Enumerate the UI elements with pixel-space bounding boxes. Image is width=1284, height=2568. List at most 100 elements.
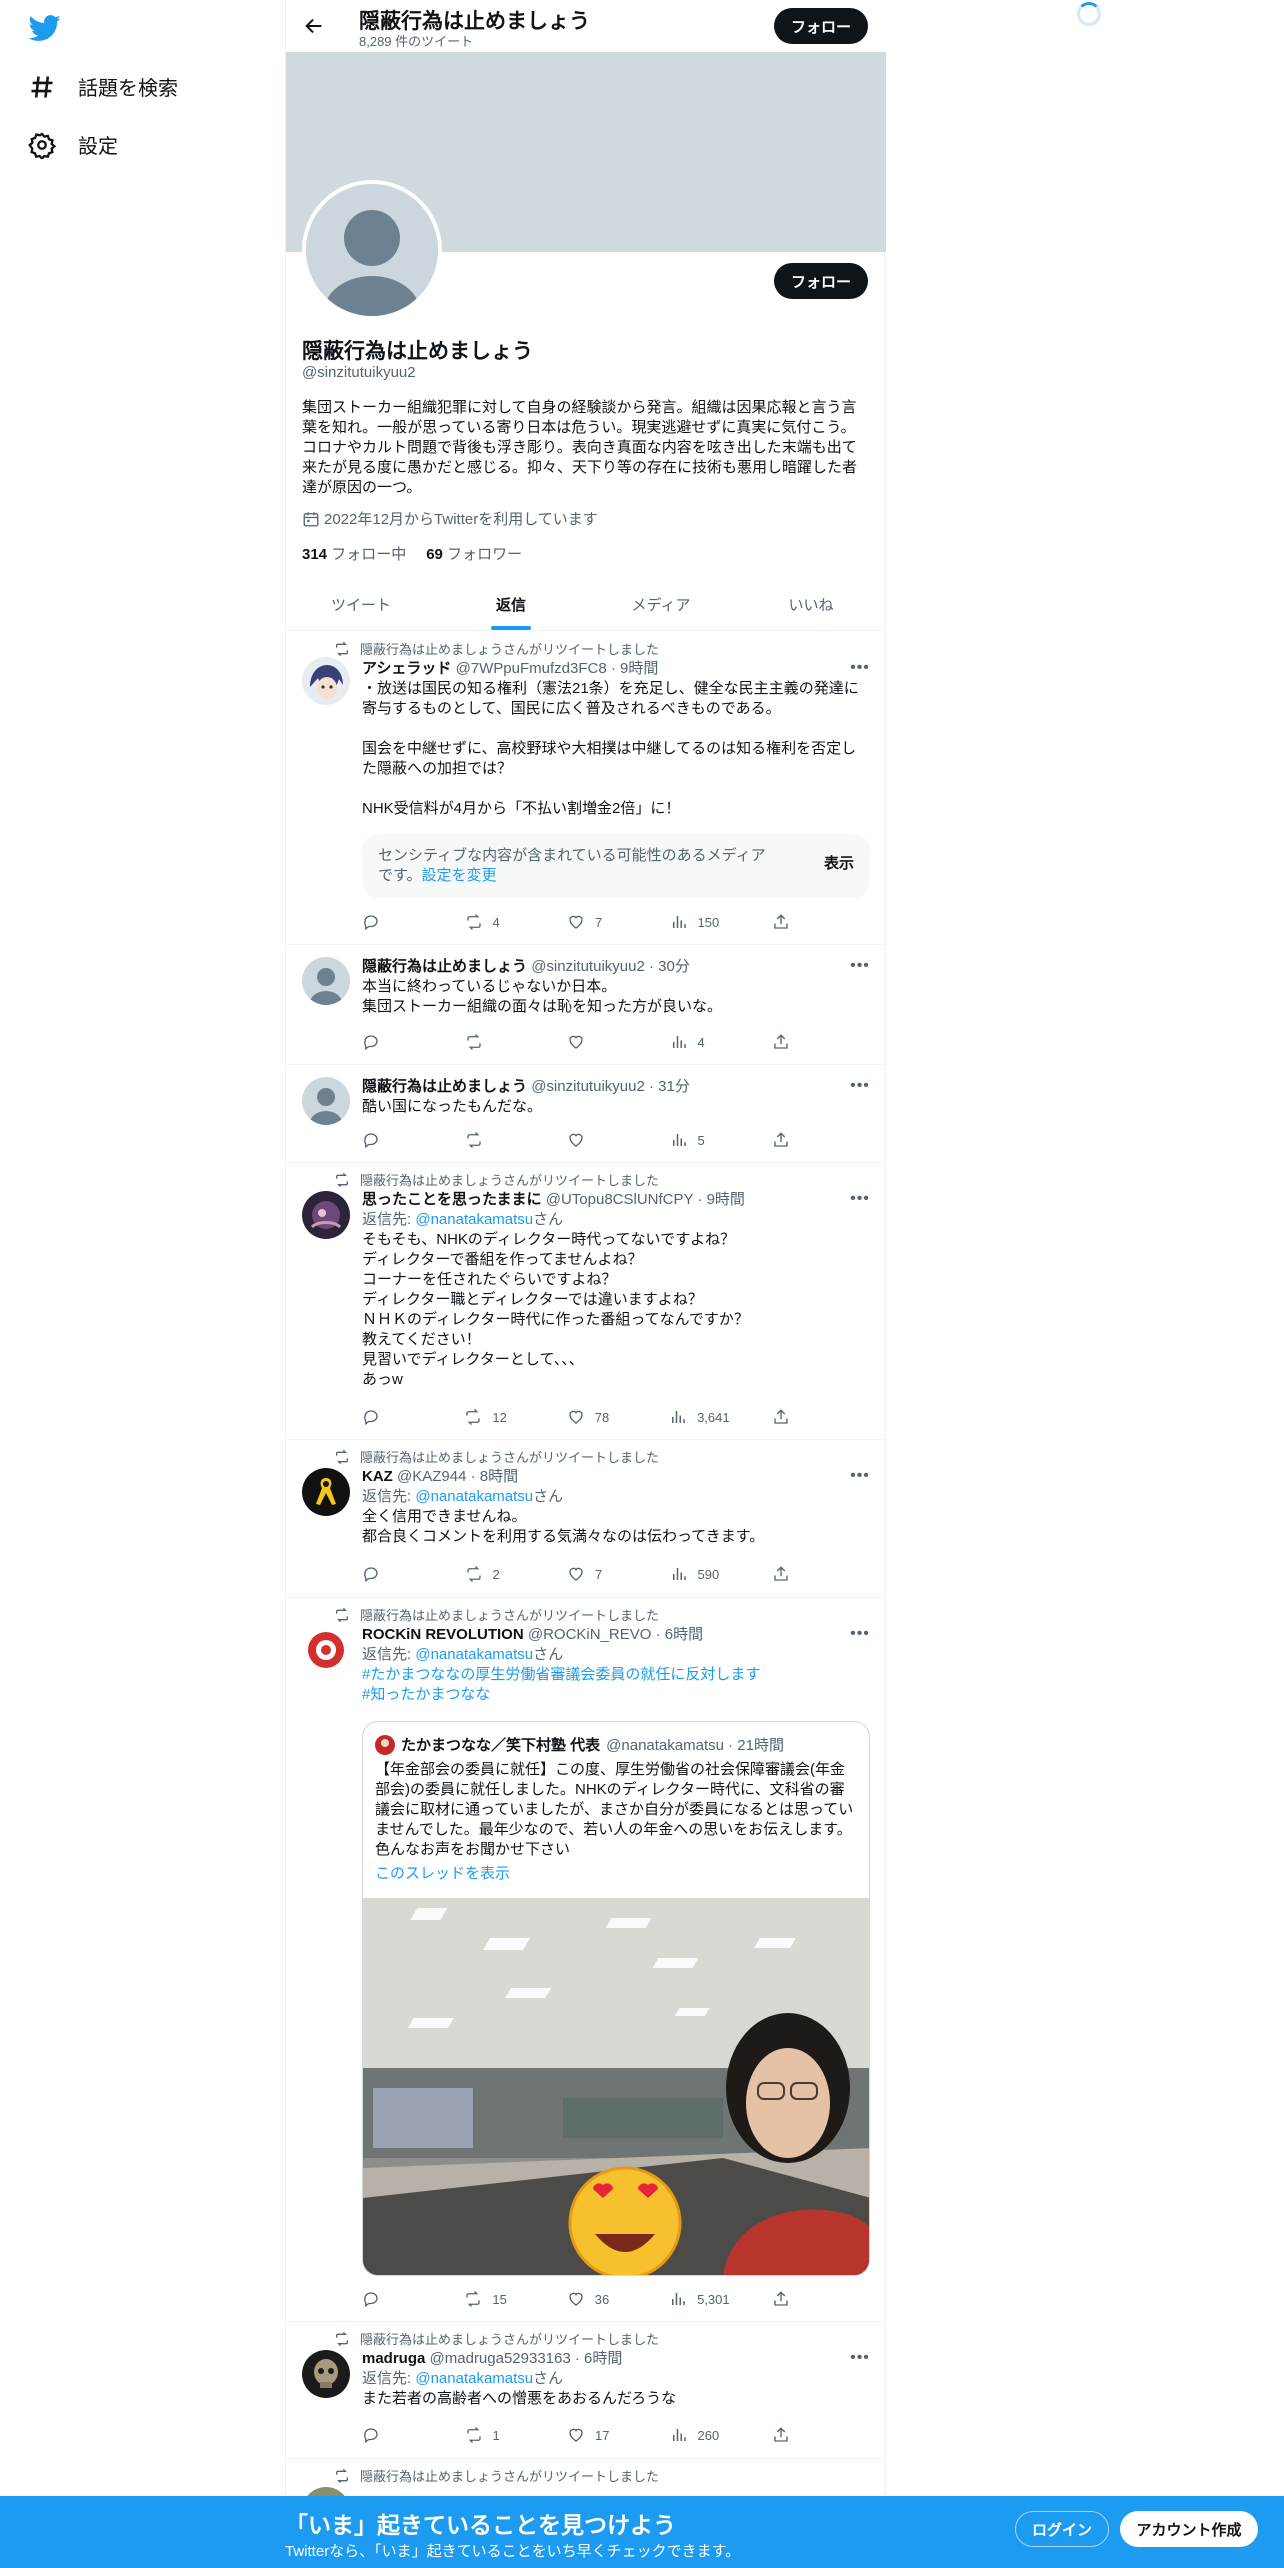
more-options-icon[interactable]: ••• [850, 1467, 870, 1487]
views-button[interactable]: 150 [670, 913, 730, 931]
tweet-item[interactable]: 隠蔽行為は止めましょうさんがリツイートしました 思ったことを思ったままに @UT… [286, 1163, 886, 1440]
views-button[interactable]: 5 [670, 1131, 730, 1149]
reply-button[interactable] [362, 1408, 422, 1426]
share-button[interactable] [772, 2290, 792, 2308]
followers-link[interactable]: 69 フォロワー [426, 543, 522, 564]
tweet-item[interactable]: 隠蔽行為は止めましょうさんがリツイートしました ROCKiN REVOLUTIO… [286, 1598, 886, 2322]
tweet-item[interactable]: 隠蔽行為は止めましょうさんがリツイートしました アシェラッド @7WPpuFmu… [286, 632, 886, 945]
profile-follow-button[interactable]: フォロー [774, 263, 868, 299]
views-button[interactable]: 4 [670, 1033, 730, 1051]
reply-button[interactable] [362, 2426, 422, 2444]
like-button[interactable]: 78 [567, 1408, 627, 1426]
reply-to-handle[interactable]: @nanatakamatsu [415, 1488, 533, 1505]
retweet-button[interactable]: 15 [464, 2290, 524, 2308]
share-button[interactable] [772, 2426, 792, 2444]
reply-button[interactable] [362, 1565, 422, 1583]
tweet-item[interactable]: 隠蔽行為は止めましょうさんがリツイートしました KAZ @KAZ944 · 8時… [286, 1440, 886, 1598]
like-button[interactable] [567, 1033, 627, 1051]
more-options-icon[interactable]: ••• [850, 2349, 870, 2369]
profile-avatar[interactable] [302, 180, 442, 320]
more-options-icon[interactable]: ••• [850, 1190, 870, 1210]
signup-button[interactable]: アカウント作成 [1120, 2511, 1258, 2547]
tweet-avatar[interactable] [302, 657, 350, 705]
like-button[interactable]: 7 [567, 1565, 627, 1583]
like-button[interactable]: 17 [567, 2426, 627, 2444]
tweet-author[interactable]: 隠蔽行為は止めましょう [362, 1078, 527, 1095]
retweet-button[interactable] [465, 1033, 525, 1051]
tweet-avatar[interactable] [302, 2350, 350, 2398]
signup-banner-subtitle: Twitterなら、「いま」起きていることをいち早くチェックできます。 [285, 2543, 741, 2560]
like-button[interactable]: 36 [567, 2290, 627, 2308]
change-settings-link[interactable]: 設定を変更 [422, 867, 497, 884]
show-thread-link[interactable]: このスレッドを表示 [375, 1862, 510, 1883]
tweet-item[interactable]: 隠蔽行為は止めましょう @sinzitutuikyuu2 · 30分 本当に終わ… [286, 945, 886, 1065]
following-link[interactable]: 314 フォロー中 [302, 543, 406, 564]
tweet-author[interactable]: KAZ [362, 1468, 393, 1485]
tab-likes[interactable]: いいね [736, 578, 886, 630]
quoted-tweet[interactable]: たかまつなな／笑下村塾 代表 @nanatakamatsu · 21時間 【年金… [362, 1721, 870, 2276]
retweet-button[interactable]: 2 [465, 1565, 525, 1583]
share-button[interactable] [772, 913, 792, 931]
default-avatar-icon [302, 1077, 350, 1125]
tweet-avatar[interactable] [302, 1077, 350, 1125]
retweet-button[interactable]: 12 [464, 1408, 524, 1426]
hashtag-link[interactable]: #たかまつななの厚生労働省審議会委員の就任に反対します [362, 1665, 870, 1685]
like-button[interactable] [567, 1131, 627, 1149]
retweet-icon [466, 1132, 481, 1148]
more-options-icon[interactable]: ••• [850, 1077, 870, 1097]
anime-avatar-icon [302, 657, 350, 705]
like-button[interactable]: 7 [567, 913, 627, 931]
tweet-item[interactable]: 隠蔽行為は止めましょう @sinzitutuikyuu2 · 31分 酷い国にな… [286, 1065, 886, 1163]
nav-settings[interactable]: 設定 [28, 130, 118, 159]
share-button[interactable] [772, 1033, 792, 1051]
quote-author[interactable]: たかまつなな／笑下村塾 代表 [401, 1734, 600, 1755]
views-button[interactable]: 590 [670, 1565, 730, 1583]
tweet-item[interactable]: 隠蔽行為は止めましょうさんがリツイートしました madruga @madruga… [286, 2322, 886, 2459]
nav-explore[interactable]: 話題を検索 [28, 72, 178, 101]
more-options-icon[interactable]: ••• [850, 659, 870, 679]
tab-replies[interactable]: 返信 [436, 578, 586, 630]
reply-to: 返信先: @nanatakamatsuさん [362, 2370, 564, 2387]
tweet-avatar[interactable] [302, 957, 350, 1005]
views-chart-icon [672, 1134, 686, 1146]
tweet-meta: @madruga52933163 · 6時間 [429, 2350, 623, 2367]
retweet-button[interactable]: 4 [465, 913, 525, 931]
tweet-author[interactable]: ROCKiN REVOLUTION [362, 1626, 524, 1643]
tweet-avatar[interactable] [302, 1191, 350, 1239]
tweet-author[interactable]: アシェラッド [362, 660, 451, 677]
reply-button[interactable] [362, 913, 422, 931]
share-button[interactable] [772, 1408, 792, 1426]
header-follow-button[interactable]: フォロー [774, 8, 868, 44]
quote-photo[interactable] [363, 1898, 869, 2275]
views-button[interactable]: 5,301 [669, 2290, 730, 2308]
share-button[interactable] [772, 1131, 792, 1149]
reply-button[interactable] [362, 1033, 422, 1051]
reply-button[interactable] [362, 2290, 422, 2308]
reply-to-handle[interactable]: @nanatakamatsu [415, 1211, 533, 1228]
tweet-item[interactable]: 隠蔽行為は止めましょうさんがリツイートしました [286, 2459, 886, 2535]
top-bar: 隠蔽行為は止めましょう 8,289 件のツイート フォロー [286, 0, 886, 52]
reply-button[interactable] [362, 1131, 422, 1149]
share-button[interactable] [772, 1565, 792, 1583]
twitter-logo-icon[interactable] [27, 12, 63, 44]
tab-media[interactable]: メディア [586, 578, 736, 630]
tweet-author[interactable]: 思ったことを思ったままに [362, 1191, 542, 1208]
reply-to-handle[interactable]: @nanatakamatsu [415, 2370, 533, 2387]
views-button[interactable]: 260 [670, 2426, 730, 2444]
more-options-icon[interactable]: ••• [850, 1625, 870, 1645]
tweet-author[interactable]: 隠蔽行為は止めましょう [362, 958, 527, 975]
login-button[interactable]: ログイン [1015, 2511, 1109, 2547]
tweet-avatar[interactable] [302, 1626, 350, 1674]
back-button[interactable] [298, 10, 330, 42]
hashtag-link[interactable]: #知ったかまつなな [362, 1685, 870, 1705]
tweet-author[interactable]: madruga [362, 2350, 425, 2367]
reply-to-handle[interactable]: @nanatakamatsu [415, 1646, 533, 1663]
tab-tweets[interactable]: ツイート [286, 578, 436, 630]
more-options-icon[interactable]: ••• [850, 957, 870, 977]
views-button[interactable]: 3,641 [669, 1408, 730, 1426]
tweet-avatar[interactable] [302, 1468, 350, 1516]
retweet-button[interactable] [465, 1131, 525, 1149]
retweet-button[interactable]: 1 [465, 2426, 525, 2444]
show-media-button[interactable]: 表示 [824, 854, 854, 874]
share-icon [774, 1034, 788, 1049]
